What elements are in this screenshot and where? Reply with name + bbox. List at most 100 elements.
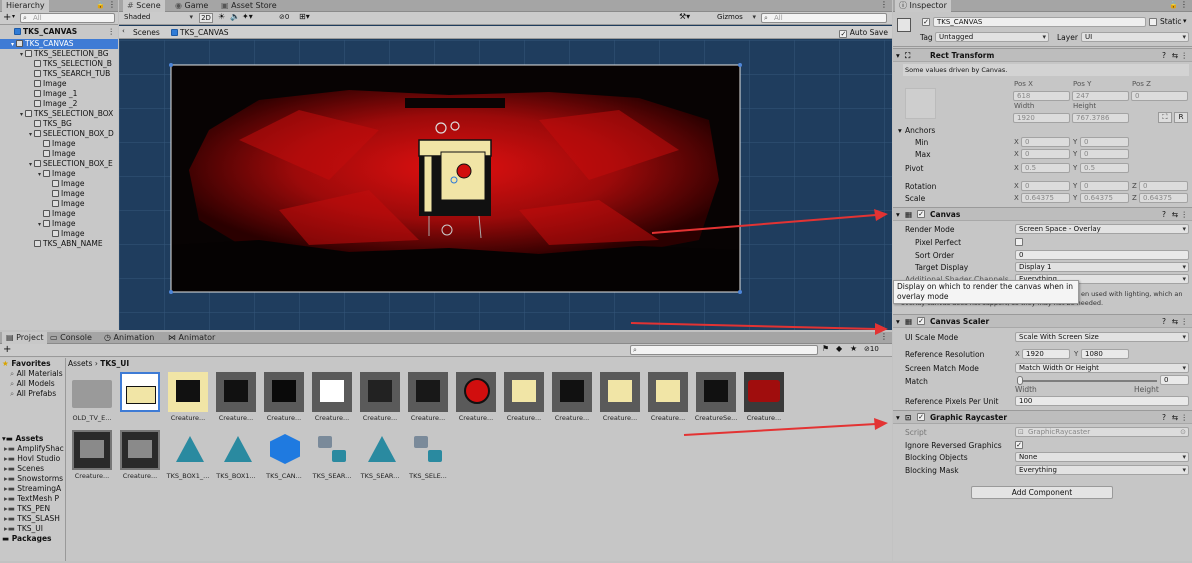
scene-view[interactable]	[119, 40, 892, 330]
match-value-field[interactable]: 0	[1160, 375, 1189, 385]
add-dropdown-icon[interactable]: ▾	[12, 13, 15, 20]
tools-icon[interactable]: ⚒▾	[679, 12, 690, 21]
min-y-field[interactable]: 0	[1080, 137, 1129, 147]
hierarchy-row[interactable]: Image _1	[0, 89, 118, 99]
asset-item[interactable]: TKS_BOX1...	[212, 430, 260, 490]
tab-animation[interactable]: ◷ Animation	[100, 332, 158, 344]
preset-icon[interactable]: ⇆	[1172, 49, 1178, 62]
hierarchy-row[interactable]: ▾ SELECTION_BOX_D	[0, 129, 118, 139]
hierarchy-row[interactable]: TKS_SEARCH_TUB	[0, 69, 118, 79]
folder-item[interactable]: ▸▬ AmplifyShac	[0, 444, 65, 454]
folder-item[interactable]: ▸▬ Scenes	[0, 464, 65, 474]
menu-dots-icon[interactable]: ⋮	[1181, 411, 1189, 424]
asset-item[interactable]: TKS_SEAR...	[356, 430, 404, 490]
project-search-input[interactable]: ⌕	[630, 345, 818, 355]
max-x-field[interactable]: 0	[1021, 149, 1070, 159]
folder-item[interactable]: ▸▬ Hovl Studio	[0, 454, 65, 464]
anchor-preset-button[interactable]	[905, 88, 936, 119]
hierarchy-row[interactable]: Image	[0, 209, 118, 219]
effects-icon[interactable]: ✦▾	[242, 12, 253, 21]
blocking-mask-dropdown[interactable]: Everything	[1015, 465, 1189, 475]
posx-field[interactable]: 618	[1013, 91, 1070, 101]
favorites-header[interactable]: ★ Favorites	[0, 359, 65, 369]
hierarchy-row[interactable]: TKS_SELECTION_B	[0, 59, 118, 69]
pivot-y-field[interactable]: 0.5	[1080, 163, 1129, 173]
packages-header[interactable]: ▬ Packages	[0, 534, 65, 544]
tab-console[interactable]: ▭ Console	[46, 332, 96, 344]
grid-icon[interactable]: ⊞▾	[299, 12, 310, 21]
add-button[interactable]: +	[3, 344, 11, 356]
autosave-toggle[interactable]: ✓ Auto Save	[839, 27, 888, 38]
folder-item[interactable]: ▸▬ TKS_UI	[0, 524, 65, 534]
height-field[interactable]: 767.3786	[1072, 113, 1129, 123]
blueprint-mode-button[interactable]: ⛶	[1158, 112, 1172, 123]
lock-icon[interactable]: 🔒	[96, 1, 105, 9]
menu-dots-icon[interactable]: ⋮	[880, 0, 888, 9]
asset-item[interactable]: Creature...	[596, 372, 644, 432]
static-checkbox[interactable]	[1149, 18, 1157, 26]
script-field[interactable]: ⊡ GraphicRaycaster ⊙	[1015, 427, 1189, 437]
anchors-row[interactable]: ▾ Anchors	[893, 125, 1192, 137]
active-checkbox[interactable]: ✓	[922, 18, 930, 26]
ref-x-field[interactable]: 1920	[1022, 349, 1070, 359]
screen-match-mode-dropdown[interactable]: Match Width Or Height	[1015, 363, 1189, 373]
canvas-header[interactable]: ▾ ▦ ✓ Canvas ? ⇆ ⋮	[893, 207, 1192, 221]
help-icon[interactable]: ?	[1162, 315, 1166, 328]
asset-item[interactable]: TKS_BOX1_...	[164, 430, 212, 490]
pixel-perfect-checkbox[interactable]	[1015, 238, 1023, 246]
asset-item[interactable]: Creature...	[212, 372, 260, 432]
folder-item[interactable]: ▸▬ Snowstorms	[0, 474, 65, 484]
folder-item[interactable]: ▸▬ TKS_PEN	[0, 504, 65, 514]
max-y-field[interactable]: 0	[1080, 149, 1129, 159]
hierarchy-row[interactable]: Image	[0, 139, 118, 149]
hierarchy-row[interactable]: Image	[0, 189, 118, 199]
menu-dots-icon[interactable]: ⋮	[108, 27, 116, 37]
help-icon[interactable]: ?	[1162, 411, 1166, 424]
hierarchy-row[interactable]: ▾ TKS_CANVAS	[0, 39, 118, 49]
rot-z-field[interactable]: 0	[1139, 181, 1188, 191]
match-slider-handle[interactable]	[1017, 376, 1023, 385]
rot-x-field[interactable]: 0	[1021, 181, 1070, 191]
add-component-button[interactable]: Add Component	[971, 486, 1113, 499]
raycaster-enabled-checkbox[interactable]: ✓	[917, 413, 925, 421]
ui-scale-mode-dropdown[interactable]: Scale With Screen Size	[1015, 332, 1189, 342]
blocking-objects-dropdown[interactable]: None	[1015, 452, 1189, 462]
asset-item[interactable]: Creature...	[452, 372, 500, 432]
help-icon[interactable]: ?	[1162, 208, 1166, 221]
breadcrumb-tks-ui[interactable]: TKS_UI	[100, 359, 129, 368]
canvas-scaler-header[interactable]: ▾ ▦ ✓ Canvas Scaler ? ⇆ ⋮	[893, 314, 1192, 328]
hierarchy-row[interactable]: TKS_ABN_NAME	[0, 239, 118, 249]
asset-item[interactable]: Creature...	[164, 372, 212, 432]
favorite-icon[interactable]: ★	[850, 344, 857, 353]
2d-toggle[interactable]: 2D	[199, 13, 213, 23]
render-mode-dropdown[interactable]: Screen Space - Overlay	[1015, 224, 1189, 234]
folder-item[interactable]: ▸▬ StreamingA	[0, 484, 65, 494]
audio-icon[interactable]: 🔈	[230, 12, 240, 21]
asset-item[interactable]: Creature...	[548, 372, 596, 432]
hierarchy-row[interactable]: Image	[0, 179, 118, 189]
hierarchy-row[interactable]: ▾ Image	[0, 169, 118, 179]
canvas-enabled-checkbox[interactable]: ✓	[917, 210, 925, 218]
asset-item[interactable]: OLD_TV_E...	[68, 372, 116, 432]
match-slider[interactable]	[1017, 376, 1157, 385]
filter-label-icon[interactable]: ◆	[836, 344, 842, 353]
back-icon[interactable]: ‹	[122, 27, 125, 35]
asset-item[interactable]: Creature...	[308, 372, 356, 432]
pivot-x-field[interactable]: 0.5	[1021, 163, 1070, 173]
hierarchy-row[interactable]: Image	[0, 79, 118, 89]
menu-dots-icon[interactable]: ⋮	[1181, 49, 1189, 62]
gizmos-dropdown[interactable]: Gizmos	[714, 13, 758, 23]
hierarchy-row[interactable]: Image	[0, 149, 118, 159]
menu-dots-icon[interactable]: ⋮	[1180, 0, 1188, 9]
asset-item[interactable]: Creature...	[116, 430, 164, 490]
visibility-icon[interactable]: ⊘0	[279, 13, 289, 21]
sort-order-field[interactable]: 0	[1015, 250, 1189, 260]
tab-scene[interactable]: # Scene	[123, 0, 165, 12]
scene-search-input[interactable]: ⌕ All	[761, 13, 887, 23]
asset-item[interactable]: TKS_SELE...	[404, 430, 452, 490]
tab-hierarchy[interactable]: Hierarchy	[2, 0, 49, 12]
add-button[interactable]: +	[3, 12, 11, 24]
rect-transform-header[interactable]: ▾ ⛶ Rect Transform ? ⇆ ⋮	[893, 48, 1192, 62]
asset-item[interactable]: Creature...	[740, 372, 788, 432]
tab-project[interactable]: ▤ Project	[2, 332, 48, 344]
